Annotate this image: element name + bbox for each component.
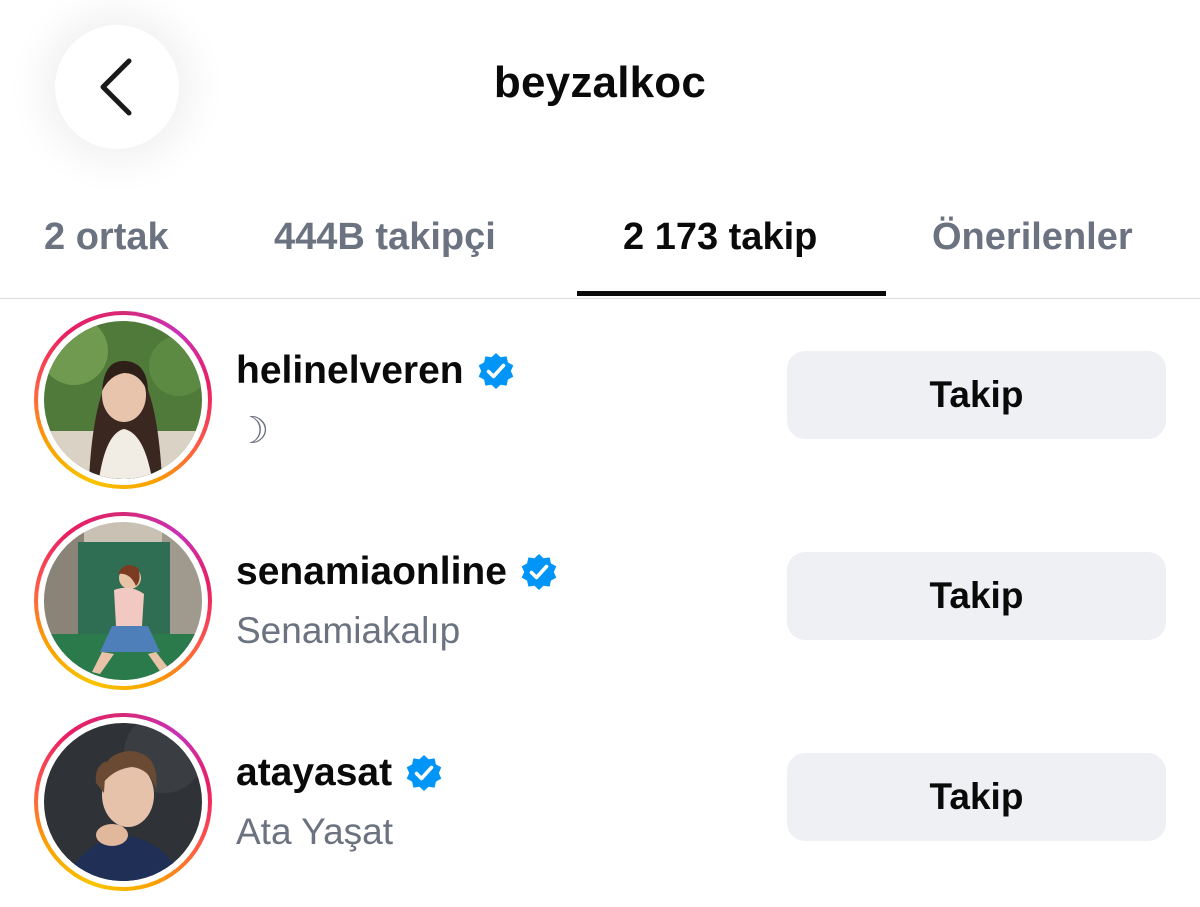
- story-ring[interactable]: [34, 713, 212, 891]
- story-ring[interactable]: [34, 311, 212, 489]
- user-subtitle: Ata Yaşat: [236, 811, 394, 852]
- tab-bar: 2 ortak 444B takipçi 2 173 takip Önerile…: [0, 200, 1200, 299]
- tab-following[interactable]: 2 173 takip: [623, 216, 817, 259]
- story-ring[interactable]: [34, 512, 212, 690]
- avatar: [44, 522, 202, 680]
- username-text: senamiaonline: [236, 550, 507, 593]
- tab-mutual[interactable]: 2 ortak: [44, 216, 169, 259]
- tab-suggested[interactable]: Önerilenler: [932, 216, 1133, 259]
- list-item[interactable]: atayasat Ata Yaşat Takip: [0, 707, 1200, 907]
- list-item[interactable]: senamiaonline Senamiakalıp Takip: [0, 506, 1200, 706]
- top-bar: beyzalkoc: [0, 0, 1200, 180]
- avatar: [44, 321, 202, 479]
- username-text: helinelveren: [236, 349, 464, 392]
- follow-button[interactable]: Takip: [787, 753, 1166, 841]
- follow-button[interactable]: Takip: [787, 351, 1166, 439]
- user-subtitle: ☽: [236, 410, 270, 451]
- active-tab-indicator: [577, 291, 886, 296]
- verified-badge-icon: [478, 353, 513, 389]
- avatar: [44, 723, 202, 881]
- username-text: atayasat: [236, 751, 393, 794]
- verified-badge-icon: [406, 755, 442, 791]
- username[interactable]: senamiaonline: [236, 550, 559, 594]
- username[interactable]: helinelveren: [236, 349, 516, 393]
- tab-followers[interactable]: 444B takipçi: [274, 216, 496, 259]
- verified-badge-icon: [521, 554, 557, 590]
- follow-button[interactable]: Takip: [787, 552, 1166, 640]
- list-item[interactable]: helinelveren ☽ Takip: [0, 305, 1200, 505]
- username[interactable]: atayasat: [236, 751, 444, 795]
- page-title: beyzalkoc: [493, 58, 707, 107]
- user-subtitle: Senamiakalıp: [236, 610, 461, 651]
